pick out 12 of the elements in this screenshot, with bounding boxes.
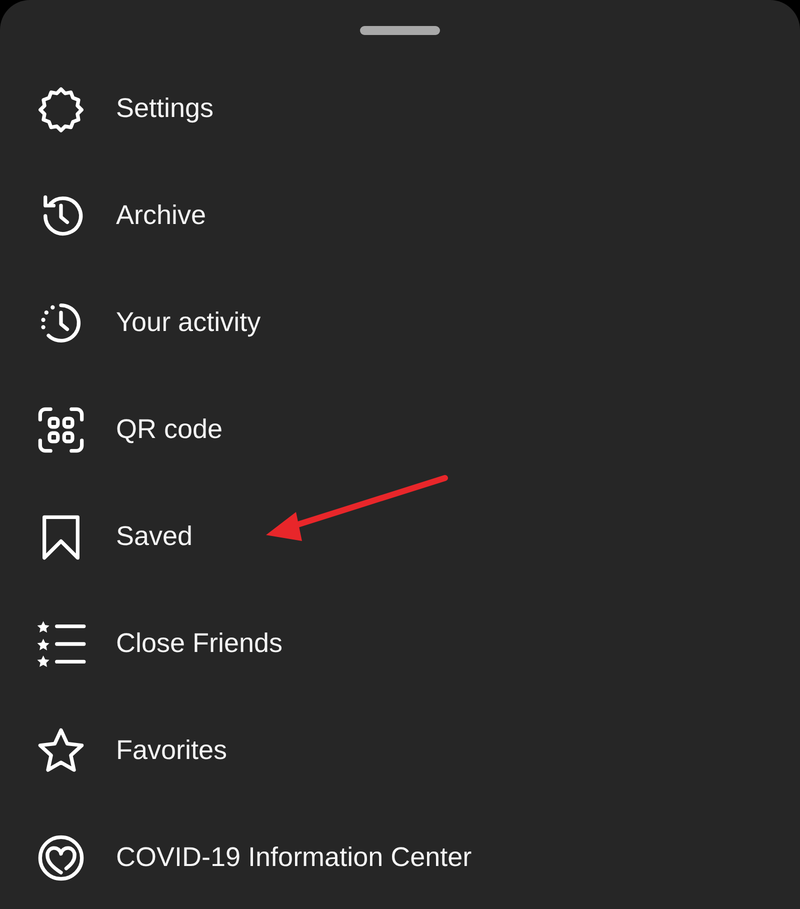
star-list-icon [36,618,86,668]
menu-item-label[interactable]: Favorites [116,735,228,766]
menu-item-label[interactable]: Your activity [116,307,261,338]
menu-item-label[interactable]: COVID-19 Information Center [116,842,472,873]
menu-item-label[interactable]: Saved [116,521,193,552]
heart-circle-icon [36,832,86,882]
menu-item-label[interactable]: QR code [116,414,223,445]
qr-code-icon [36,404,86,454]
menu-item-label[interactable]: Close Friends [116,628,283,659]
menu-item-label[interactable]: Settings [116,93,214,124]
menu-item-label[interactable]: Archive [116,200,206,231]
drag-handle[interactable] [360,26,440,35]
